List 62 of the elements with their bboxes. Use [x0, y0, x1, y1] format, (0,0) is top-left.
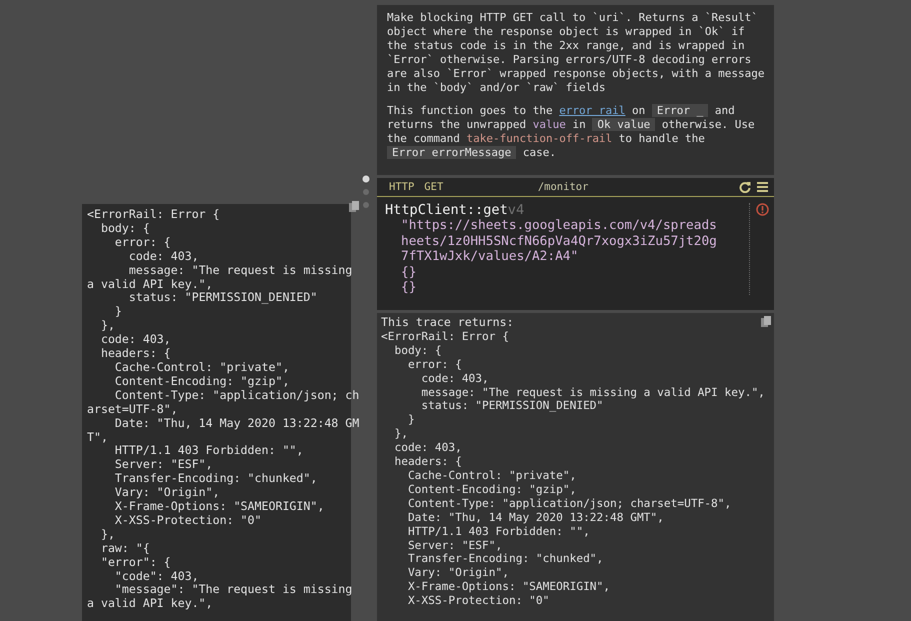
- code-line: Cache-Control: "private",: [114, 360, 290, 375]
- doc-paragraph: Make blocking HTTP GET call to `uri`. Returns a `Result` object where the response object is wrapped in `Ok` if the status code is in the 2xx range, and is wrapped in `Error` otherwise. Parsing errors/UTF-8 decoding errors are also `Error` wrapped response objects, with a message in the `body` and/or `raw` fields: [387, 11, 764, 94]
- code-line: Date: "Thu, 14 May 2020 13:22:48 GMT",: [406, 510, 665, 525]
- argument-text: "https://sheets.googleapis.com/v4/spreadsheets/1z0HH5SNcfN66pVa4Qr7xogx3iZu57jt20g7fTX1wJxk/values/A2:A4": [400, 218, 717, 264]
- argument-text: {}: [400, 264, 418, 280]
- code-line: Transfer-Encoding: "chunked",: [406, 552, 604, 566]
- code-line: code: 403,: [393, 441, 463, 456]
- route-text: /monitor: [536, 181, 590, 193]
- code-line: "error": {: [100, 556, 172, 570]
- code-line: },: [100, 319, 116, 334]
- code-line: },: [100, 528, 116, 542]
- code-line: "message": "The request is missing a valid API key.",: [87, 583, 354, 612]
- code-line: status: "PERMISSION_DENIED": [420, 399, 604, 414]
- code-line: }: [114, 305, 123, 320]
- code-line: X-XSS-Protection: "0": [406, 594, 550, 608]
- code-line: Date: "Thu, 14 May 2020 13:22:48 GMT",: [87, 416, 360, 444]
- argument-text: {}: [400, 280, 418, 296]
- code-line: Transfer-Encoding: "chunked",: [114, 472, 318, 486]
- code-line: raw: "{: [100, 542, 151, 556]
- code-line: HTTP/1.1 403 Forbidden: "",: [114, 444, 304, 458]
- code-line: Server: "ESF",: [114, 458, 214, 472]
- code-line: Server: "ESF",: [406, 538, 504, 552]
- code-line: Vary: "Origin",: [406, 566, 510, 580]
- code-line: headers: {: [100, 347, 172, 361]
- code-line: X-XSS-Protection: "0": [114, 514, 263, 528]
- code-line: Content-Encoding: "gzip",: [406, 482, 578, 497]
- code-line: Cache-Control: "private",: [406, 468, 578, 483]
- copy-icon[interactable]: [761, 316, 771, 327]
- code-line: message: "The request is missing a valid API key.",: [420, 386, 766, 400]
- refresh-icon[interactable]: [739, 181, 751, 193]
- code-line: body: {: [100, 222, 151, 236]
- code-line: X-Frame-Options: "SAMEORIGIN",: [114, 500, 326, 514]
- code-line: HTTP/1.1 403 Forbidden: "",: [406, 524, 591, 538]
- code-line: }: [406, 413, 416, 428]
- trace-caption: This trace returns:: [381, 316, 515, 330]
- code-line: headers: {: [393, 455, 463, 469]
- code-line: <ErrorRail: Error {: [87, 208, 221, 222]
- code-line: code: 403,: [420, 372, 490, 386]
- function-name: HttpClient::get: [385, 202, 508, 218]
- code-line: Vary: "Origin",: [114, 486, 221, 500]
- code-line: },: [393, 427, 409, 442]
- error-icon[interactable]: [756, 203, 768, 216]
- handler-label: HTTP: [389, 181, 414, 193]
- handler-label: GET: [424, 181, 444, 193]
- code-line: error: {: [114, 236, 172, 250]
- code-line: code: 403,: [100, 333, 172, 348]
- code-line: code: 403,: [128, 250, 200, 264]
- dots-icon[interactable]: [362, 175, 370, 209]
- copy-icon[interactable]: [349, 201, 359, 212]
- menu-icon[interactable]: [757, 182, 768, 192]
- code-line: X-Frame-Options: "SAMEORIGIN",: [406, 580, 612, 594]
- code-line: Content-Encoding: "gzip",: [114, 374, 290, 389]
- doc-link[interactable]: error rail: [559, 104, 626, 118]
- code-line: body: {: [393, 344, 443, 358]
- code-line: error: {: [406, 358, 463, 372]
- code-line: status: "PERMISSION_DENIED": [128, 291, 318, 306]
- code-line: <ErrorRail: Error {: [381, 330, 510, 344]
- doc-paragraph: This function goes to the error rail on Error _ and returns the unwrapped value in Ok value otherwise. Use the command take-function-off-rail to handle the Error errorMessage case.: [387, 104, 756, 160]
- code-line: "code": 403,: [114, 570, 200, 584]
- code-line: Content-Type: "application/json; charset=UTF-8",: [87, 388, 360, 417]
- version-text: v4: [508, 202, 524, 218]
- code-line: Content-Type: "application/json; charset=UTF-8",: [406, 496, 732, 511]
